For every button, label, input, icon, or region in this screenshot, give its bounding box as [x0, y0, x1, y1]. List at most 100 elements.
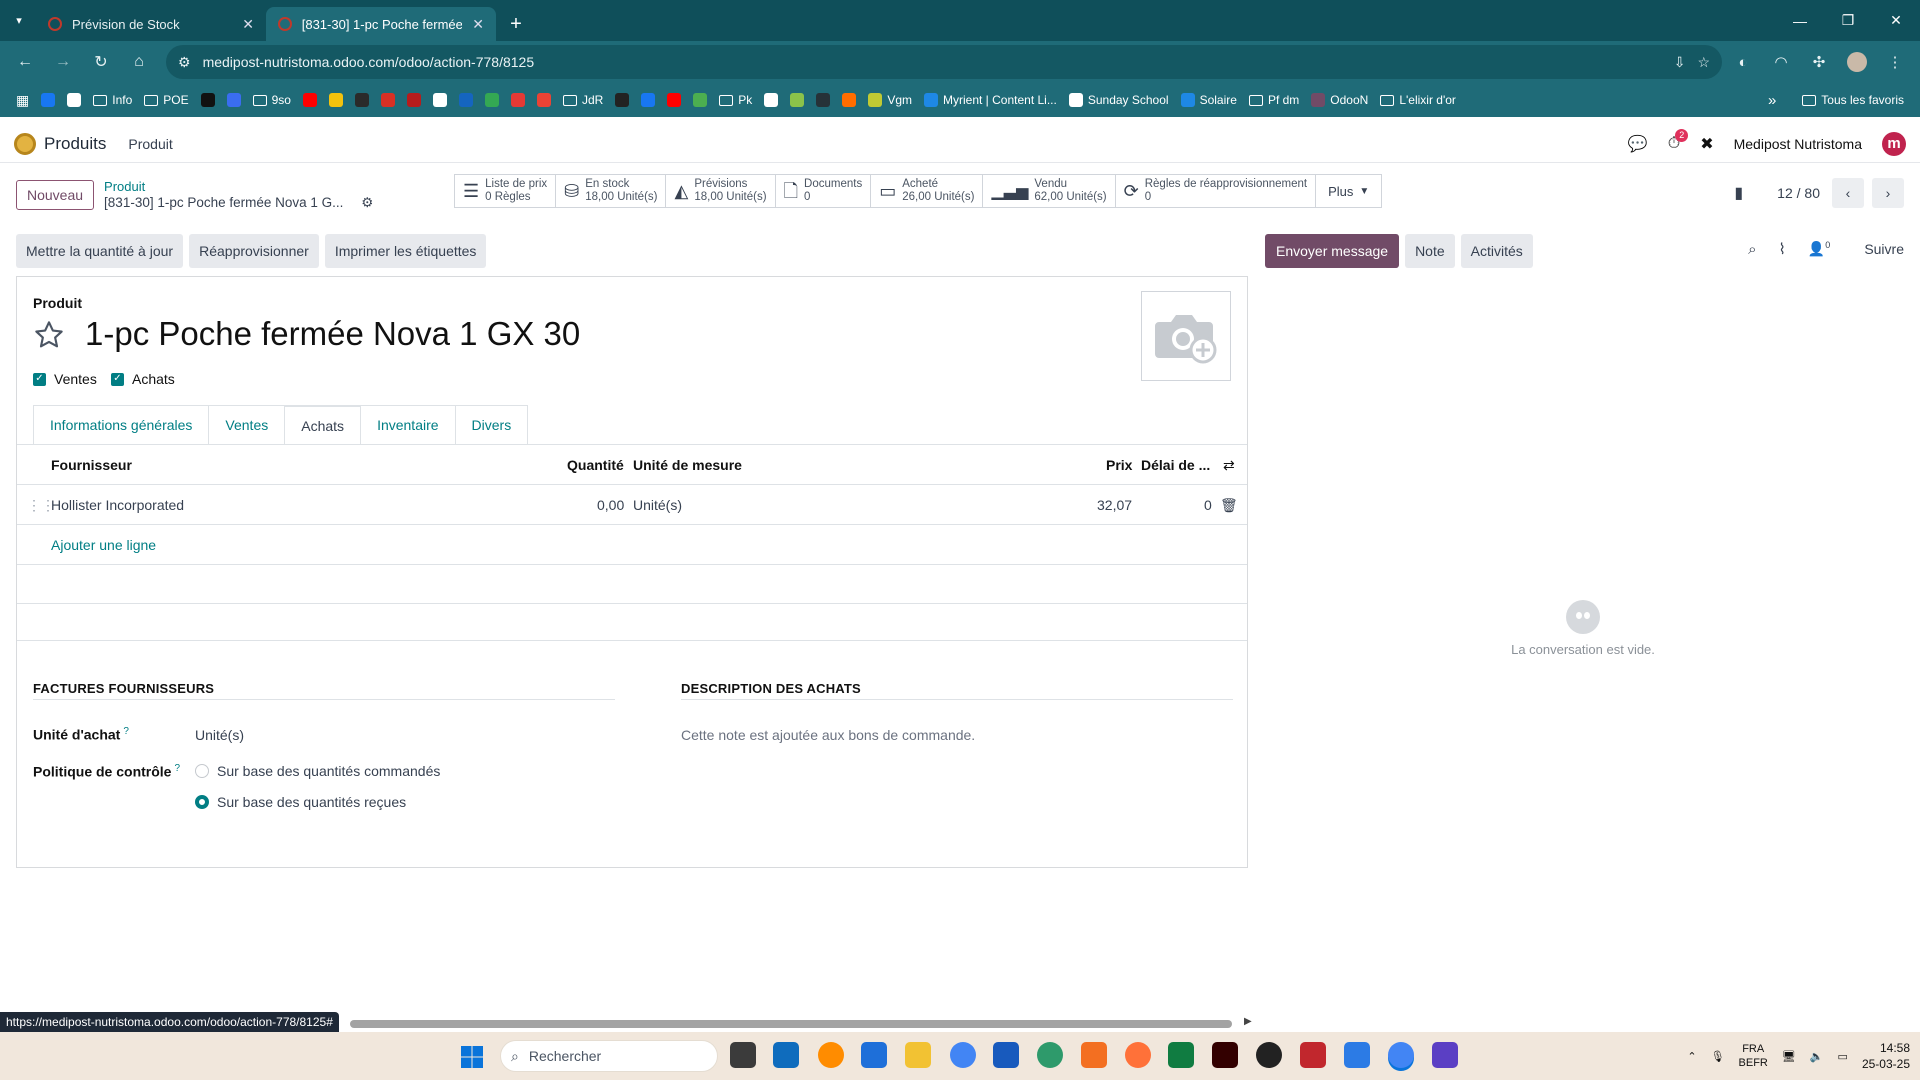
print-labels-button[interactable]: Imprimer les étiquettes — [324, 234, 487, 268]
tab-inventory[interactable]: Inventaire — [360, 405, 455, 445]
bookmark-item[interactable] — [221, 93, 247, 107]
bookmark-item[interactable]: Solaire — [1175, 93, 1243, 107]
row-price[interactable]: 32,07 — [1097, 497, 1132, 513]
outlook-icon[interactable] — [773, 1042, 799, 1068]
help-tooltip[interactable]: ? — [123, 726, 129, 737]
tab-search-button[interactable]: ▾ — [2, 3, 36, 39]
close-window-icon[interactable]: ✕ — [1872, 0, 1920, 41]
send-message-button[interactable]: Envoyer message — [1265, 234, 1400, 268]
new-tab-button[interactable]: + — [496, 7, 536, 41]
pager-value[interactable]: 12 / 80 — [1777, 185, 1820, 201]
company-name[interactable]: Medipost Nutristoma — [1734, 136, 1862, 152]
breadcrumb-parent[interactable]: Produit — [104, 179, 373, 195]
can-be-purchased-checkbox[interactable]: ✓ Achats — [111, 371, 175, 387]
more-button[interactable]: Plus ▼ — [1316, 174, 1383, 208]
browser-tab[interactable]: Prévision de Stock ✕ — [36, 7, 266, 41]
row-vendor[interactable]: Hollister Incorporated — [51, 497, 184, 513]
replenish-button[interactable]: Réapprovisionner — [189, 234, 319, 268]
smart-button-pricelist[interactable]: ☰ Liste de prix 0 Règles — [454, 174, 557, 208]
close-tab-icon[interactable]: ✕ — [242, 16, 254, 33]
file-explorer-icon[interactable] — [905, 1042, 931, 1068]
previous-record-icon[interactable]: ‹ — [1832, 178, 1864, 208]
apps-grid-icon[interactable]: ▦ — [10, 92, 35, 109]
bookmark-item[interactable] — [810, 93, 836, 107]
tab-misc[interactable]: Divers — [454, 405, 529, 445]
bookmark-item[interactable]: Sunday School — [1063, 93, 1175, 107]
product-image-upload[interactable] — [1141, 291, 1231, 381]
smart-button-purchased[interactable]: ▭ Acheté 26,00 Unité(s) — [871, 174, 984, 208]
browser-menu-icon[interactable]: ⋮ — [1878, 45, 1912, 79]
optional-columns-icon[interactable]: ⇄ — [1223, 457, 1235, 474]
firefox-icon[interactable] — [1125, 1042, 1151, 1068]
home-icon[interactable]: ⌂ — [122, 45, 156, 79]
user-avatar[interactable]: m — [1882, 131, 1906, 156]
can-be-sold-checkbox[interactable]: ✓ Ventes — [33, 371, 97, 387]
bookmark-item[interactable]: JdR — [557, 93, 609, 107]
browser-tab-active[interactable]: [831-30] 1-pc Poche fermée No ✕ — [266, 7, 496, 41]
windows-start-icon[interactable] — [460, 1045, 484, 1069]
log-note-button[interactable]: Note — [1405, 234, 1455, 268]
bookmark-item[interactable] — [505, 93, 531, 107]
column-price[interactable]: Prix — [1106, 457, 1132, 473]
bookmark-item[interactable]: Myrient | Content Li... — [918, 93, 1063, 107]
app-icon[interactable] — [1081, 1042, 1107, 1068]
extension-icon[interactable]: ◐ — [1726, 45, 1760, 79]
column-vendor[interactable]: Fournisseur — [51, 457, 132, 473]
app-name[interactable]: Produits — [44, 134, 106, 154]
trash-icon[interactable]: 🗑 — [1220, 497, 1238, 514]
app-icon[interactable] — [1344, 1042, 1370, 1068]
bookmark-item[interactable] — [35, 93, 61, 107]
chevron-up-icon[interactable]: ⌃ — [1687, 1050, 1696, 1063]
gear-icon[interactable]: ⚙ — [361, 195, 373, 210]
bookmark-item[interactable] — [297, 93, 323, 107]
bookmark-item[interactable]: Vgm — [862, 93, 918, 107]
paperclip-icon[interactable]: ⌇ — [1779, 240, 1786, 258]
battery-icon[interactable]: ▭ — [1838, 1050, 1848, 1063]
forward-icon[interactable]: → — [46, 45, 80, 79]
tab-purchase[interactable]: Achats — [284, 405, 361, 445]
omnibox[interactable]: ⚙ medipost-nutristoma.odoo.com/odoo/acti… — [166, 45, 1722, 79]
row-uom[interactable]: Unité(s) — [633, 497, 682, 513]
bookmark-item[interactable] — [531, 93, 557, 107]
install-app-icon[interactable]: ⇩ — [1674, 54, 1686, 71]
menu-produit[interactable]: Produit — [128, 136, 172, 152]
bookmark-item[interactable] — [784, 93, 810, 107]
network-icon[interactable]: 🖥 — [1782, 1050, 1796, 1063]
word-icon[interactable] — [993, 1042, 1019, 1068]
activities-button[interactable]: Activités — [1460, 234, 1533, 268]
bookmark-item[interactable]: 9so — [247, 93, 297, 107]
volume-icon[interactable]: 🔈 — [1810, 1050, 1824, 1063]
language-indicator[interactable]: FRA BEFR — [1739, 1042, 1768, 1070]
purchase-uom-value[interactable]: Unité(s) — [195, 727, 244, 743]
update-quantity-button[interactable]: Mettre la quantité à jour — [16, 234, 184, 268]
edge-icon[interactable] — [1037, 1042, 1063, 1068]
bookmark-item[interactable]: OdooN — [1305, 93, 1374, 107]
chrome-icon[interactable] — [950, 1042, 976, 1068]
followers-icon[interactable]: 👤0 — [1808, 240, 1830, 258]
extensions-puzzle-icon[interactable]: ✣ — [1802, 45, 1836, 79]
bookmark-item[interactable]: Pf dm — [1243, 93, 1305, 107]
bookmark-star-icon[interactable]: ☆ — [1697, 54, 1710, 71]
bookmark-item[interactable] — [349, 93, 375, 107]
column-quantity[interactable]: Quantité — [567, 457, 624, 473]
app-icon[interactable] — [1432, 1042, 1458, 1068]
radio-ordered-quantities[interactable]: Sur base des quantités commandés — [195, 763, 440, 779]
radio-received-quantities[interactable]: Sur base des quantités reçues — [195, 794, 406, 810]
row-quantity[interactable]: 0,00 — [597, 497, 624, 513]
bookmark-icon[interactable]: ▮ — [1734, 183, 1743, 203]
chatgpt-icon[interactable] — [1256, 1042, 1282, 1068]
help-tooltip[interactable]: ? — [174, 763, 180, 774]
product-name[interactable]: 1-pc Poche fermée Nova 1 GX 30 — [85, 315, 580, 353]
bookmark-item[interactable] — [427, 93, 453, 107]
bookmark-item[interactable] — [61, 93, 87, 107]
scroll-right-icon[interactable]: ▶ — [1244, 1016, 1252, 1027]
search-icon[interactable]: ⌕ — [1748, 241, 1756, 258]
bookmark-item[interactable]: Info — [87, 93, 138, 107]
restore-icon[interactable]: ❐ — [1824, 0, 1872, 41]
debug-tools-icon[interactable]: ✖ — [1700, 134, 1713, 154]
search-app-icon[interactable] — [818, 1042, 844, 1068]
table-row[interactable]: ⋮⋮ Hollister Incorporated 0,00 Unité(s) … — [17, 485, 1247, 525]
next-record-icon[interactable]: › — [1872, 178, 1904, 208]
smart-button-documents[interactable]: 🗋 Documents 0 — [775, 174, 872, 208]
tab-sales[interactable]: Ventes — [208, 405, 285, 445]
